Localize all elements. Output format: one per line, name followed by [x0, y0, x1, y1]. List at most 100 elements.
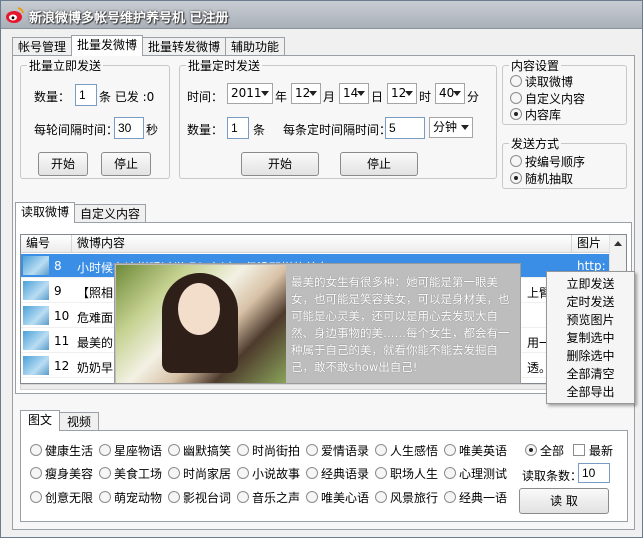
category-radio[interactable]: [306, 491, 318, 503]
month-select[interactable]: 12: [291, 83, 321, 104]
horizontal-scrollbar[interactable]: [20, 384, 627, 390]
interval-unit-select[interactable]: 分钟: [429, 117, 473, 138]
scheduled-interval-input[interactable]: [385, 117, 425, 139]
menu-item-preview-image[interactable]: 预览图片: [547, 312, 634, 330]
category-radio[interactable]: [306, 444, 318, 456]
scroll-up-icon[interactable]: [614, 241, 622, 246]
chevron-down-icon: [357, 91, 365, 96]
instant-start-button[interactable]: 开始: [38, 152, 88, 176]
chevron-down-icon: [309, 91, 317, 96]
category-radio[interactable]: [168, 444, 180, 456]
scheduled-qty-label: 数量：: [187, 123, 224, 137]
row-num: 12: [54, 359, 70, 373]
minute-select[interactable]: 40: [435, 83, 465, 104]
tab-video[interactable]: 视频: [59, 412, 100, 431]
row-thumbnail: [23, 256, 49, 275]
radio-read-weibo[interactable]: [510, 75, 522, 87]
menu-item-export-all[interactable]: 全部导出: [547, 384, 634, 402]
tab-tools[interactable]: 辅助功能: [225, 37, 286, 56]
category-label: 时尚家居: [183, 467, 232, 481]
col-header-pic[interactable]: 图片: [572, 235, 611, 253]
category-radio[interactable]: [30, 444, 42, 456]
tab-image-text[interactable]: 图文: [20, 410, 61, 431]
category-radio[interactable]: [237, 491, 249, 503]
content-settings-legend: 内容设置: [511, 59, 560, 73]
radio-custom-content[interactable]: [510, 92, 522, 104]
radio-sequential[interactable]: [510, 155, 522, 167]
category-radio[interactable]: [306, 467, 318, 479]
col-header-content[interactable]: 微博内容: [72, 235, 572, 253]
scheduled-qty-unit: 条: [253, 123, 266, 137]
row-text: 危难面: [77, 311, 114, 325]
read-count-input[interactable]: [578, 463, 610, 483]
hour-unit: 时: [419, 90, 432, 104]
scheduled-qty-input[interactable]: [227, 117, 249, 139]
interval-unit-value: 分钟: [433, 120, 458, 134]
tab-custom-content[interactable]: 自定义内容: [74, 204, 147, 223]
category-label: 星座物语: [114, 444, 163, 458]
menu-item-copy-selected[interactable]: 复制选中: [547, 330, 634, 348]
instant-stop-button[interactable]: 停止: [101, 152, 151, 176]
scheduled-start-button[interactable]: 开始: [241, 152, 319, 176]
category-label: 唯美心语: [321, 491, 370, 505]
checkbox-newest[interactable]: [573, 444, 585, 456]
row-thumbnail: [23, 281, 49, 300]
tab-batch-post[interactable]: 批量发微博: [71, 35, 144, 56]
menu-item-scheduled-send[interactable]: 定时发送: [547, 294, 634, 312]
scheduled-stop-button[interactable]: 停止: [340, 152, 418, 176]
category-radio[interactable]: [30, 467, 42, 479]
radio-read-weibo-label: 读取微博: [525, 75, 574, 89]
year-select[interactable]: 2011: [227, 83, 273, 104]
radio-random-label: 随机抽取: [525, 172, 574, 186]
col-header-num[interactable]: 编号: [21, 235, 72, 253]
radio-sequential-label: 按编号顺序: [525, 155, 586, 169]
category-radio[interactable]: [30, 491, 42, 503]
category-radio[interactable]: [444, 467, 456, 479]
main-window: 新浪微博多帐号维护养号机 已注册 帐号管理 批量发微博 批量转发微博 辅助功能 …: [0, 0, 643, 538]
row-thumbnail: [23, 331, 49, 350]
month-value: 12: [295, 86, 311, 100]
category-label: 幽默搞笑: [183, 444, 232, 458]
category-label: 萌宠动物: [114, 491, 163, 505]
instant-interval-input[interactable]: [114, 117, 144, 139]
category-radio[interactable]: [237, 444, 249, 456]
image-preview-popup: 最美的女生有很多种：她可能是第一眼美女，也可能是笑容美女，可以是身材美，也可能是…: [114, 263, 521, 384]
instant-qty-input[interactable]: [75, 84, 97, 106]
category-radio[interactable]: [375, 467, 387, 479]
tab-account-manage[interactable]: 帐号管理: [12, 37, 73, 56]
radio-content-library[interactable]: [510, 108, 522, 120]
instant-qty-label: 数量：: [34, 90, 71, 104]
row-thumbnail: [23, 306, 49, 325]
title-bar[interactable]: 新浪微博多帐号维护养号机 已注册: [1, 1, 642, 29]
category-label: 创意无限: [45, 491, 94, 505]
hour-value: 12: [391, 86, 407, 100]
category-radio[interactable]: [168, 491, 180, 503]
category-radio[interactable]: [99, 467, 111, 479]
category-label: 经典一语: [459, 491, 508, 505]
category-radio[interactable]: [99, 444, 111, 456]
category-radio[interactable]: [375, 444, 387, 456]
category-radio[interactable]: [237, 467, 249, 479]
day-unit: 日: [371, 90, 384, 104]
category-radio[interactable]: [444, 444, 456, 456]
tab-batch-repost[interactable]: 批量转发微博: [142, 37, 227, 56]
category-label: 美食工场: [114, 467, 163, 481]
category-radio[interactable]: [375, 491, 387, 503]
tab-read-weibo[interactable]: 读取微博: [15, 202, 76, 223]
category-radio[interactable]: [99, 491, 111, 503]
hour-select[interactable]: 12: [387, 83, 417, 104]
category-radio[interactable]: [444, 491, 456, 503]
menu-item-send-now[interactable]: 立即发送: [547, 276, 634, 294]
chevron-down-icon: [405, 91, 413, 96]
radio-random[interactable]: [510, 172, 522, 184]
category-label: 音乐之声: [252, 491, 301, 505]
radio-all[interactable]: [525, 444, 537, 456]
menu-item-delete-selected[interactable]: 删除选中: [547, 348, 634, 366]
day-select[interactable]: 14: [339, 83, 369, 104]
category-radio[interactable]: [168, 467, 180, 479]
menu-item-clear-all[interactable]: 全部清空: [547, 366, 634, 384]
window-title: 新浪微博多帐号维护养号机 已注册: [29, 11, 229, 26]
year-value: 2011: [231, 86, 262, 100]
row-text: 最美的: [77, 336, 114, 350]
read-button[interactable]: 读 取: [519, 488, 609, 514]
